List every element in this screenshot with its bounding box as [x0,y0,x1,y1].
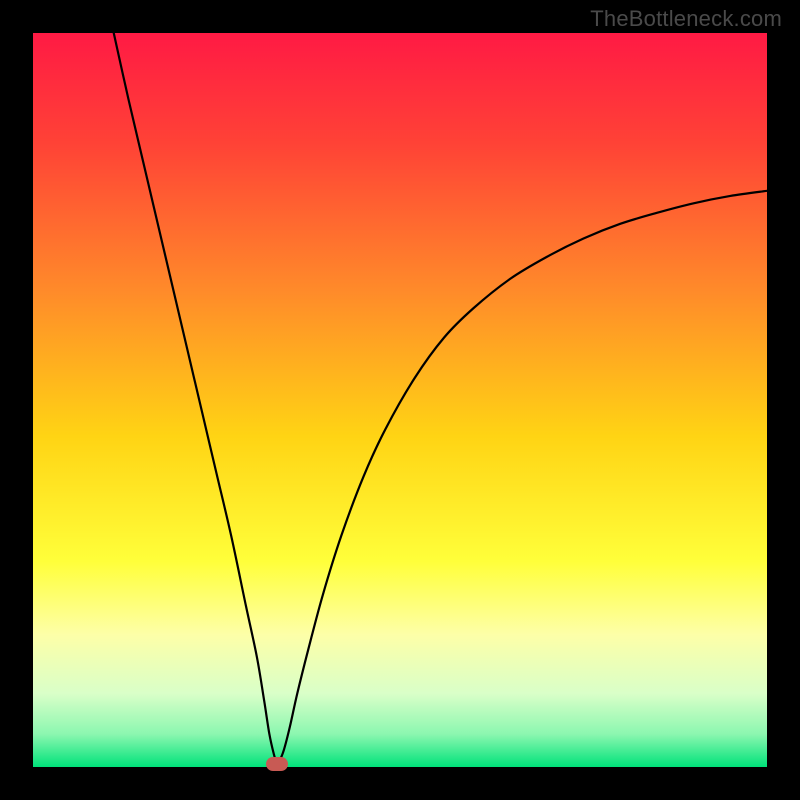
optimal-point-marker [266,757,288,771]
bottleneck-chart [33,33,767,767]
watermark-text: TheBottleneck.com [590,6,782,32]
gradient-background [33,33,767,767]
chart-frame [33,33,767,767]
